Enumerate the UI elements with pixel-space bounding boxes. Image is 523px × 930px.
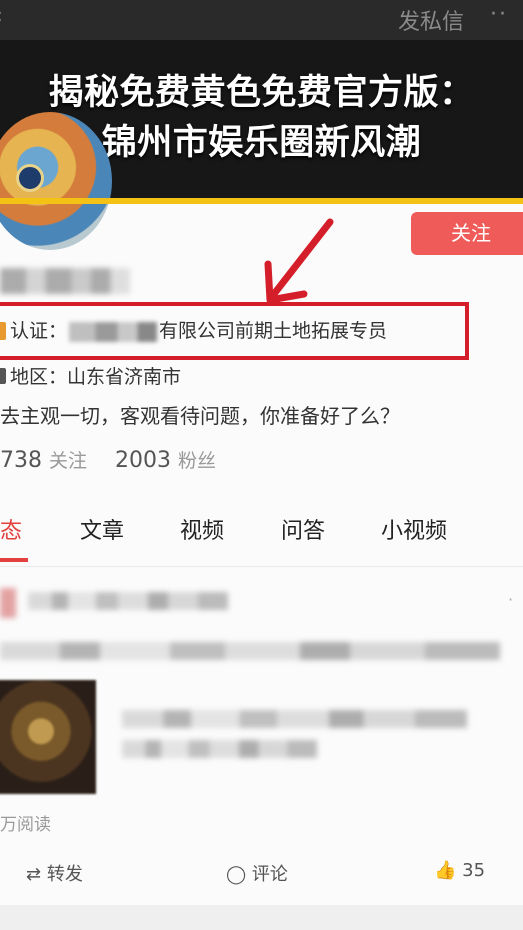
comment-button[interactable]: ◯ 评论 <box>226 860 288 886</box>
post-actions: ⇄ 转发 ◯ 评论 👍 35 <box>0 850 523 890</box>
tab-qa[interactable]: 问答 <box>281 513 325 545</box>
post-text-blurred[interactable] <box>0 642 500 660</box>
post-title-blurred-2[interactable] <box>122 740 317 758</box>
tab-short-videos[interactable]: 小视频 <box>381 513 447 545</box>
following-label[interactable]: 关注 <box>49 450 87 472</box>
like-button[interactable]: 👍 35 <box>434 860 485 881</box>
highlight-box <box>0 302 469 360</box>
post-author-blurred <box>28 592 228 610</box>
avatar-detail <box>16 164 44 192</box>
post-title-blurred-1[interactable] <box>122 710 467 728</box>
active-tab-indicator <box>0 558 28 562</box>
location-icon <box>0 368 6 384</box>
top-bar: ‹ 发私信 ·· <box>0 0 523 40</box>
region-text: 地区：山东省济南市 <box>10 366 182 388</box>
followers-count[interactable]: 2003 <box>115 448 171 473</box>
profile-tabs: 态 文章 视频 问答 小视频 <box>0 513 523 553</box>
back-icon[interactable]: ‹ <box>0 4 12 29</box>
follow-button[interactable]: 关注 <box>411 212 523 255</box>
more-icon[interactable]: ·· <box>490 2 508 27</box>
tabs-divider <box>0 566 523 567</box>
share-icon: ⇄ <box>26 864 42 885</box>
comment-icon: ◯ <box>226 864 247 885</box>
post-more-icon[interactable]: · <box>508 590 513 609</box>
bottom-separator <box>0 905 523 930</box>
thumbs-up-icon: 👍 <box>434 860 457 881</box>
following-count[interactable]: 738 <box>0 448 42 473</box>
banner-title-line1: 揭秘免费黄色免费官方版： <box>48 73 475 113</box>
post-thumbnail[interactable] <box>0 680 96 794</box>
username-blurred <box>0 268 130 294</box>
post-avatar[interactable] <box>0 588 16 618</box>
arrow-annotation <box>264 218 334 304</box>
share-button[interactable]: ⇄ 转发 <box>26 860 83 886</box>
comment-label: 评论 <box>251 864 288 885</box>
followers-label[interactable]: 粉丝 <box>178 450 216 472</box>
read-count: 万阅读 <box>0 815 51 835</box>
tab-articles[interactable]: 文章 <box>80 513 124 545</box>
tab-videos[interactable]: 视频 <box>180 513 224 545</box>
like-count: 35 <box>462 860 486 881</box>
send-message-button[interactable]: 发私信 <box>398 4 464 36</box>
bio-text: 去主观一切，客观看待问题，你准备好了么？ <box>0 404 400 428</box>
tab-posts[interactable]: 态 <box>0 513 22 545</box>
share-label: 转发 <box>46 864 83 885</box>
stats-row: 738 关注 2003 粉丝 <box>0 446 216 473</box>
